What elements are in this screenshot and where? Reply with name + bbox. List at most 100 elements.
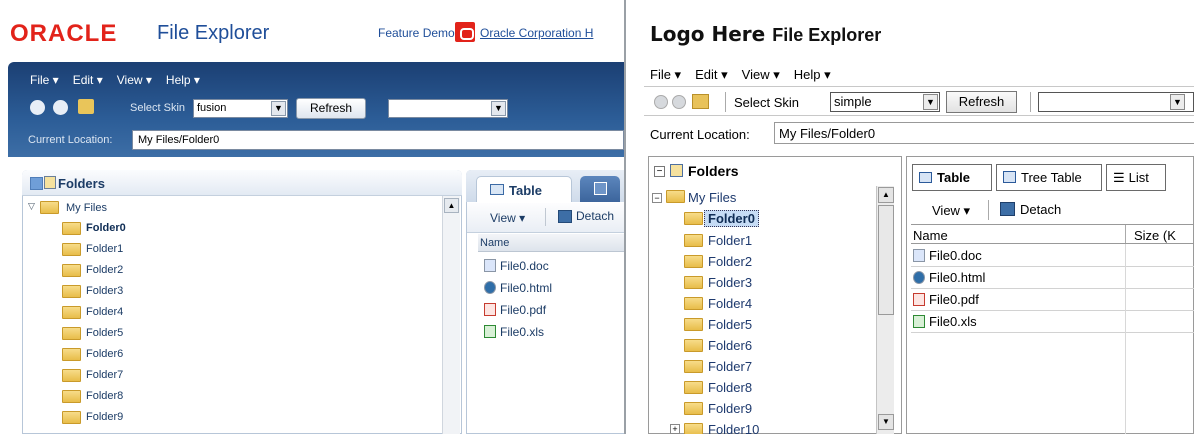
fusion-skin-pane: ORACLE File Explorer Feature Demos Oracl… [0,0,624,434]
scroll-up-icon[interactable]: ▲ [444,198,459,213]
scroll-thumb[interactable] [878,205,894,315]
location-combo[interactable]: ▼ [388,99,508,118]
tree-item-folder9[interactable]: Folder9 [708,401,752,416]
view-menu[interactable]: View ▾ [490,211,525,225]
tree-table-icon [594,182,607,195]
tree-item-folder3[interactable]: Folder3 [86,285,123,297]
folder-icon [684,212,703,225]
folders-tree-icon [44,176,56,189]
html-file-icon [913,271,925,284]
column-header-size[interactable]: Size (K [1125,225,1184,243]
collapse-toggle-icon[interactable]: − [652,193,662,203]
tree-item-folder2[interactable]: Folder2 [708,254,752,269]
folder-icon [62,390,81,403]
menu-edit[interactable]: Edit ▾ [73,73,103,87]
tree-item-folder1[interactable]: Folder1 [708,233,752,248]
column-header-name[interactable]: Name [478,234,624,252]
tree-item-folder3[interactable]: Folder3 [708,275,752,290]
detach-button[interactable]: Detach [1020,202,1061,217]
view-menu[interactable]: View ▾ [932,203,970,219]
menu-file[interactable]: File ▾ [650,67,681,83]
table-row[interactable]: File0.xls [484,325,544,339]
table-icon [919,172,932,183]
tab-list-label: List [1128,170,1149,185]
tree-item-folder7[interactable]: Folder7 [86,369,123,381]
refresh-button[interactable]: Refresh [296,98,366,119]
tree-item-folder0[interactable]: Folder0 [704,210,759,227]
table-row[interactable]: File0.html [911,267,1194,289]
tree-item-folder7[interactable]: Folder7 [708,359,752,374]
list-icon: ☰ [1113,170,1125,185]
tree-item-folder5[interactable]: Folder5 [708,317,752,332]
tree-item-folder8[interactable]: Folder8 [86,390,123,402]
skin-select[interactable]: simple ▼ [830,92,940,112]
table-row[interactable]: File0.doc [911,245,1194,267]
tree-root-my-files[interactable]: My Files [66,202,107,214]
folder-up-icon[interactable] [692,94,709,109]
forward-icon[interactable] [53,100,68,115]
tree-item-folder9[interactable]: Folder9 [86,411,123,423]
oracle-logo: ORACLE [10,20,118,47]
feature-demos-link[interactable]: Feature Demos [378,26,461,40]
collapse-checkbox-icon[interactable] [30,177,43,190]
menu-edit[interactable]: Edit ▾ [695,67,728,83]
current-location-label: Current Location: [650,127,750,142]
scroll-down-icon[interactable]: ▼ [878,414,894,430]
file-name: File0.pdf [929,292,979,307]
tree-scrollbar[interactable]: ▲ [442,196,460,434]
detach-icon [558,210,572,223]
scroll-up-icon[interactable]: ▲ [878,187,894,203]
chevron-down-icon[interactable]: ▼ [1170,94,1185,110]
current-location-field[interactable]: My Files/Folder0 [774,122,1194,144]
folder-icon [62,369,81,382]
column-header-name[interactable]: Name [913,228,948,243]
tree-scrollbar[interactable]: ▲ ▼ [876,186,894,434]
tree-item-folder2[interactable]: Folder2 [86,264,123,276]
detach-button[interactable]: Detach [576,209,614,223]
folder-icon [62,327,81,340]
chevron-down-icon[interactable]: ▼ [491,101,506,116]
expand-toggle-icon[interactable]: + [670,424,680,434]
menu-view[interactable]: View ▾ [117,73,152,87]
menu-file[interactable]: File ▾ [30,73,59,87]
current-location-field[interactable]: My Files/Folder0 [132,130,624,150]
chevron-down-icon[interactable]: ▼ [923,94,938,110]
tree-item-folder0[interactable]: Folder0 [86,222,126,234]
folder-up-icon[interactable] [78,99,94,114]
collapse-toggle-icon[interactable]: − [654,166,665,177]
back-icon[interactable] [654,95,668,109]
file-name: File0.pdf [500,303,547,317]
table-row[interactable]: File0.pdf [911,289,1194,311]
tree-item-folder4[interactable]: Folder4 [708,296,752,311]
tree-item-folder8[interactable]: Folder8 [708,380,752,395]
tree-item-folder1[interactable]: Folder1 [86,243,123,255]
tree-item-folder6[interactable]: Folder6 [86,348,123,360]
table-row[interactable]: File0.xls [911,311,1194,333]
menu-help[interactable]: Help ▾ [794,67,831,83]
skin-select[interactable]: fusion ▼ [193,99,288,118]
menu-view[interactable]: View ▾ [742,67,780,83]
tree-item-folder10[interactable]: Folder10 [708,422,759,434]
location-combo[interactable]: ▼ [1038,92,1194,112]
chevron-down-icon[interactable]: ▼ [271,101,286,116]
tab-table[interactable]: Table [912,164,992,191]
tree-item-folder5[interactable]: Folder5 [86,327,123,339]
oracle-corporation-link[interactable]: Oracle Corporation H [480,26,593,40]
forward-icon[interactable] [672,95,686,109]
tree-item-folder6[interactable]: Folder6 [708,338,752,353]
table-row[interactable]: File0.html [484,281,552,295]
table-row[interactable]: File0.doc [484,259,549,273]
refresh-button[interactable]: Refresh [946,91,1017,113]
word-file-icon [913,249,925,262]
excel-file-icon [913,315,925,328]
tab-tree-table[interactable]: Tree Table [996,164,1102,191]
back-icon[interactable] [30,100,45,115]
tab-list[interactable]: ☰ List [1106,164,1166,191]
file-name: File0.xls [500,325,545,339]
tree-item-folder4[interactable]: Folder4 [86,306,123,318]
expand-toggle-icon[interactable]: ▽ [28,202,35,212]
menu-help[interactable]: Help ▾ [166,73,200,87]
tree-root-my-files[interactable]: My Files [688,190,736,205]
folder-icon [666,190,685,203]
table-row[interactable]: File0.pdf [484,303,546,317]
